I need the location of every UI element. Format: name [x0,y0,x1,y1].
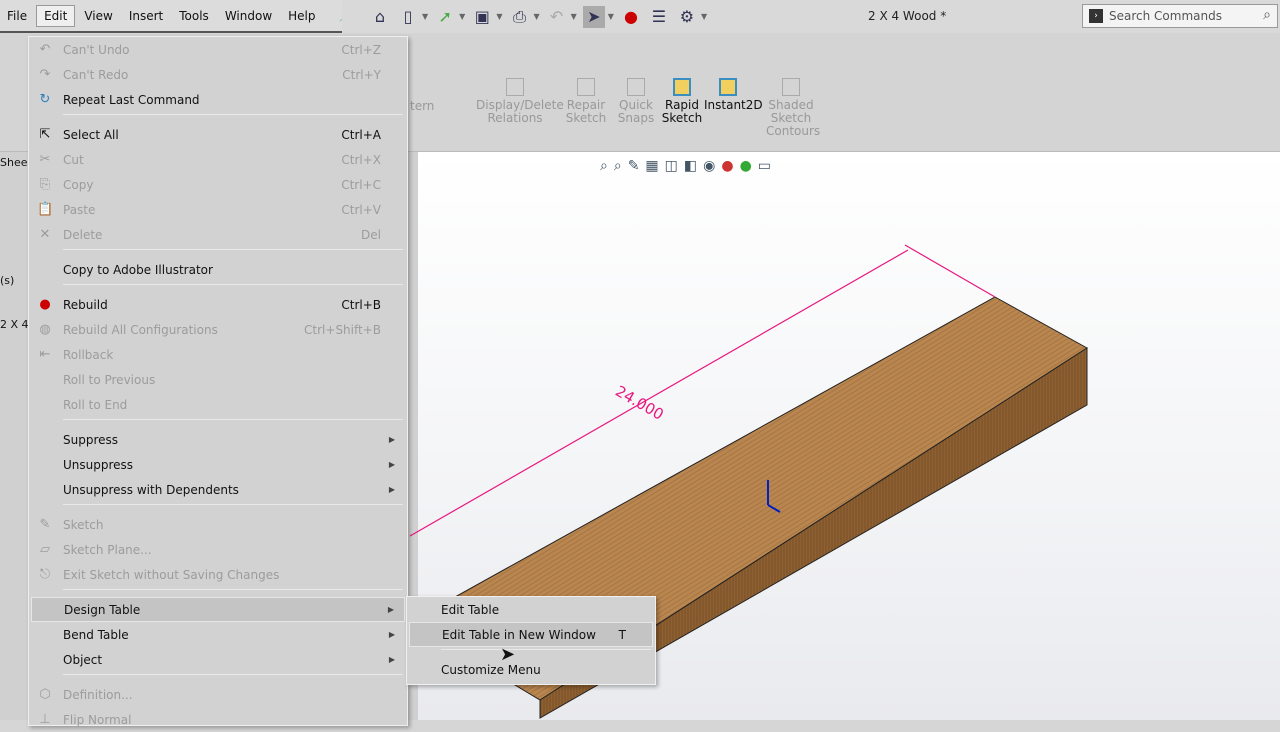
delete-icon: ✕ [39,226,51,242]
menu-item-label: Paste [63,202,96,217]
submenu-arrow-icon: ▶ [388,630,395,639]
menu-item-label: Object [63,652,103,667]
menu-separator [63,674,403,675]
design-table-submenu: Edit Table Edit Table in New Window T Custo… [406,596,656,685]
sketch-plane-icon: ▱ [40,541,50,557]
menu-item-shortcut: Ctrl+Shift+B [304,322,381,337]
submenu-arrow-icon: ▶ [388,485,395,494]
menu-separator [63,249,403,250]
menu-item-label: Design Table [64,602,141,617]
dimension-value[interactable]: 24.000 [612,382,666,424]
menu-item-cut: ✂ Cut Ctrl+X [31,147,405,172]
menu-item-label: Sketch [63,517,104,532]
menu-item-repeat-last-command[interactable]: ↻ Repeat Last Command [31,87,405,112]
menu-separator [63,419,403,420]
menu-item-sketch-plane: ▱ Sketch Plane... [31,537,405,562]
menu-item-label: Unsuppress with Dependents [63,482,239,497]
menu-item-label: Rollback [63,347,114,362]
menu-item-label: Roll to Previous [63,372,156,387]
menu-separator [63,589,403,590]
rebuild-icon: ● [39,296,51,312]
menu-item-shortcut: Ctrl+C [341,177,381,192]
menu-item-label: Exit Sketch without Saving Changes [63,567,280,582]
menu-item-label: Rebuild [63,297,108,312]
menu-item-suppress[interactable]: Suppress ▶ [31,427,405,452]
menu-item-label: Suppress [63,432,119,447]
menu-item-label: Roll to End [63,397,128,412]
submenu-arrow-icon: ▶ [388,460,395,469]
cut-icon: ✂ [39,151,51,167]
paste-icon: 📋 [37,201,54,217]
menu-item-sketch: ✎ Sketch [31,512,405,537]
menu-item-label: Delete [63,227,103,242]
menu-item-bend-table[interactable]: Bend Table ▶ [31,622,405,647]
menu-item-rollback: ⇤ Rollback [31,342,405,367]
menu-item-object[interactable]: Object ▶ [31,647,405,672]
menu-item-label: Edit Table [441,602,500,617]
menu-item-shortcut: Del [361,227,381,242]
rebuild-all-icon: ◍ [39,321,51,337]
menu-item-design-table[interactable]: Design Table ▶ [31,597,405,622]
menu-item-label: Can't Redo [63,67,129,82]
menu-item-shortcut: Ctrl+B [341,297,381,312]
menu-item-label: Bend Table [63,627,129,642]
exit-sketch-icon: ⎋ [39,566,51,582]
menu-item-roll-to-previous: Roll to Previous [31,367,405,392]
menu-item-copy-to-adobe-illustrator[interactable]: Copy to Adobe Illustrator [31,257,405,282]
menu-item-label: Can't Undo [63,42,130,57]
menu-item-shortcut: T [618,627,626,642]
menu-item-delete: ✕ Delete Del [31,222,405,247]
menu-separator [441,649,651,650]
menu-item-rebuild[interactable]: ● Rebuild Ctrl+B [31,292,405,317]
extension-line [904,244,996,298]
menu-item-label: Customize Menu [441,662,541,677]
menu-item-can-t-undo: ↶ Can't Undo Ctrl+Z [31,37,405,62]
definition-icon: ⬡ [39,686,51,702]
menu-item-label: Copy [63,177,94,192]
menu-item-edit-table[interactable]: Edit Table [409,597,653,622]
menu-item-roll-to-end: Roll to End [31,392,405,417]
submenu-arrow-icon: ▶ [388,655,395,664]
menu-item-label: Copy to Adobe Illustrator [63,262,213,277]
menu-item-label: Definition... [63,687,133,702]
redo-icon: ↷ [39,66,51,82]
menu-item-shortcut: Ctrl+Z [341,42,381,57]
undo-icon: ↶ [39,41,51,57]
rollback-icon: ⇤ [39,346,51,362]
sketch-icon: ✎ [39,516,51,532]
menu-item-unsuppress[interactable]: Unsuppress ▶ [31,452,405,477]
menu-item-definition: ⬡ Definition... [31,682,405,707]
menu-item-label: Cut [63,152,84,167]
menu-item-paste: 📋 Paste Ctrl+V [31,197,405,222]
menu-item-shortcut: Ctrl+X [341,152,381,167]
menu-item-copy: ⎘ Copy Ctrl+C [31,172,405,197]
menu-separator [63,284,403,285]
menu-item-unsuppress-with-dependents[interactable]: Unsuppress with Dependents ▶ [31,477,405,502]
menu-item-can-t-redo: ↷ Can't Redo Ctrl+Y [31,62,405,87]
menu-item-label: Sketch Plane... [63,542,152,557]
select-all-icon: ⇱ [39,126,51,142]
copy-icon: ⎘ [39,176,51,192]
menu-item-shortcut: Ctrl+V [341,202,381,217]
submenu-arrow-icon: ▶ [388,435,395,444]
repeat-icon: ↻ [39,91,51,107]
menu-separator [63,114,403,115]
menu-item-label: Edit Table in New Window [442,627,596,642]
menu-item-shortcut: Ctrl+A [341,127,381,142]
mouse-cursor-icon: ➤ [500,644,516,665]
menu-item-label: Unsuppress [63,457,134,472]
menu-item-select-all[interactable]: ⇱ Select All Ctrl+A [31,122,405,147]
edit-menu: ↶ Can't Undo Ctrl+Z ↷ Can't Redo Ctrl+Y ↻ Repea… [28,36,408,727]
menu-separator [63,504,403,505]
menu-item-customize-menu[interactable]: Customize Menu [409,657,653,682]
submenu-arrow-icon: ▶ [387,605,394,614]
menu-item-rebuild-all-configurations: ◍ Rebuild All Configurations Ctrl+Shift+B [31,317,405,342]
menu-item-exit-sketch-without-saving-changes: ⎋ Exit Sketch without Saving Changes [31,562,405,587]
menu-item-label: Rebuild All Configurations [63,322,218,337]
menu-item-shortcut: Ctrl+Y [342,67,381,82]
menu-item-label: Repeat Last Command [63,92,200,107]
menu-item-label: Select All [63,127,119,142]
menu-item-edit-table-in-new-window[interactable]: Edit Table in New Window T [409,622,653,647]
